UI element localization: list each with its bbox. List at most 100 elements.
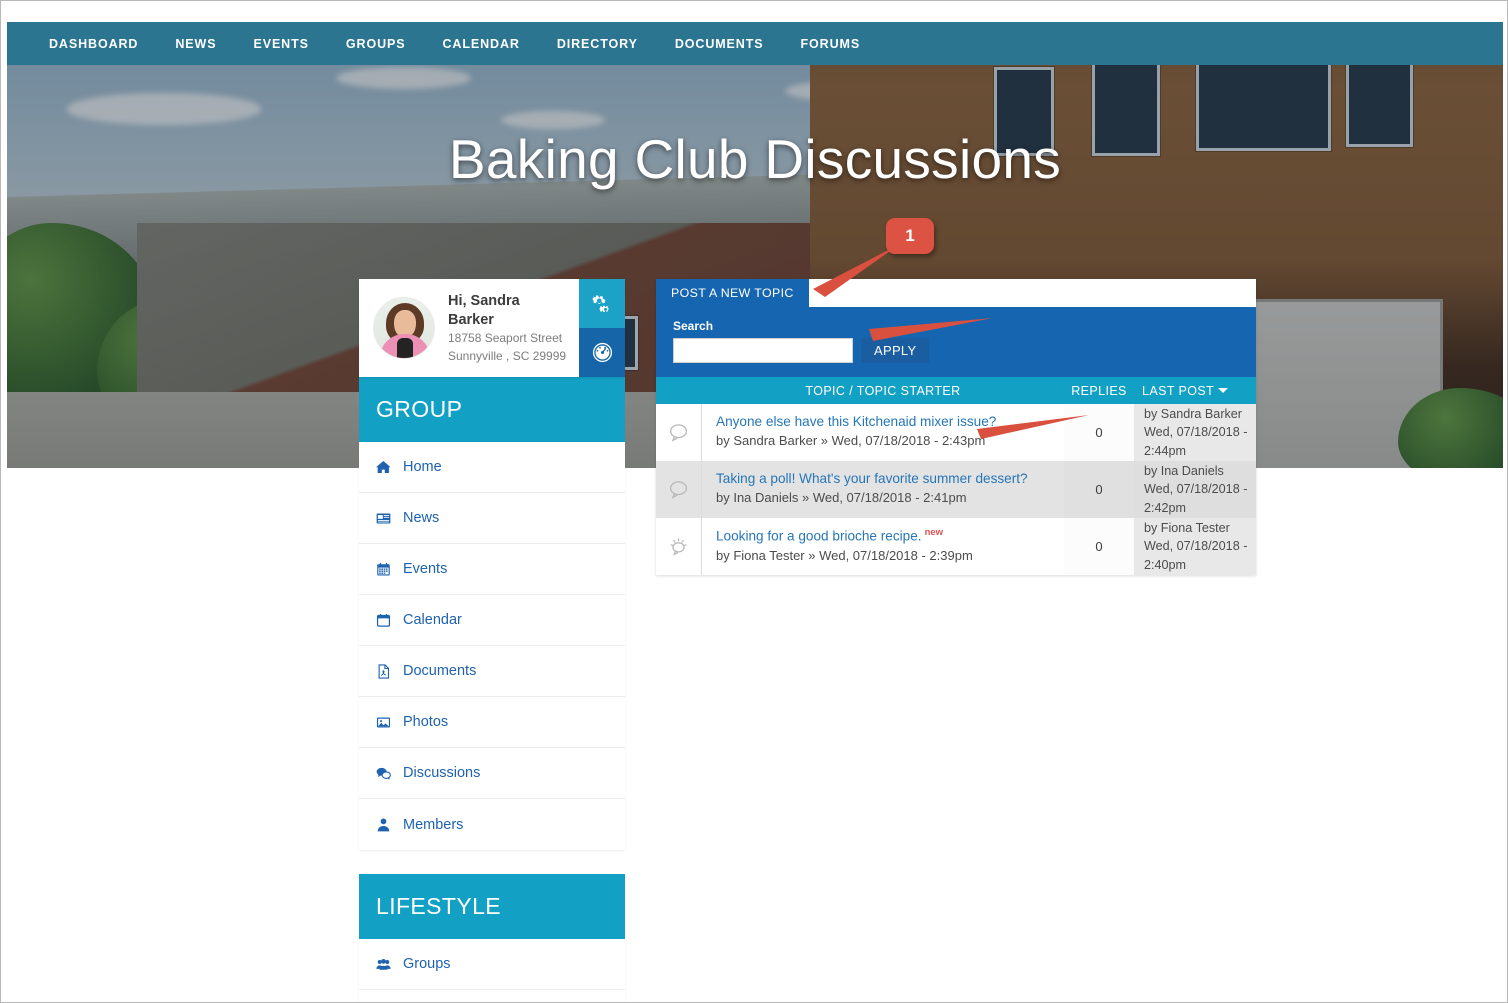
new-badge: new: [924, 527, 944, 538]
nav-item-directory[interactable]: DIRECTORY: [557, 37, 638, 51]
nav-item-news[interactable]: NEWS: [175, 37, 216, 51]
sidebar-item-label: Home: [403, 459, 442, 475]
sidebar-item-discussions[interactable]: Discussions: [359, 748, 625, 799]
nav-item-documents[interactable]: DOCUMENTS: [675, 37, 764, 51]
comment-bubble-hot-icon: [670, 538, 687, 556]
nav-item-calendar[interactable]: CALENDAR: [442, 37, 519, 51]
caret-down-icon: [1218, 388, 1229, 393]
topic-meta: by Ina Daniels » Wed, 07/18/2018 - 2:41p…: [716, 490, 967, 506]
column-header-topic[interactable]: TOPIC / TOPIC STARTER: [702, 384, 1064, 398]
calendar-grid-icon: [377, 562, 390, 575]
column-header-replies[interactable]: REPLIES: [1064, 384, 1134, 398]
last-post-author: by Sandra Barker: [1144, 407, 1243, 422]
nav-item-dashboard[interactable]: DASHBOARD: [49, 37, 138, 51]
nav-item-groups[interactable]: GROUPS: [346, 37, 406, 51]
topic-title-link[interactable]: Anyone else have this Kitchenaid mixer i…: [716, 413, 1052, 431]
column-header-last-post-label: LAST POST: [1142, 383, 1215, 398]
profile-address-line1: 18758 Seaport Street: [448, 331, 563, 346]
topic-status-icon-cell: [656, 404, 702, 461]
topic-title-link[interactable]: Looking for a good brioche recipe. new: [716, 527, 1052, 546]
table-row[interactable]: Looking for a good brioche recipe. new by…: [656, 518, 1256, 575]
group-panel-title: GROUP: [359, 377, 625, 442]
topic-status-icon-cell: [656, 518, 702, 575]
dashboard-button[interactable]: [579, 328, 625, 377]
search-label: Search: [673, 319, 714, 333]
home-icon: [376, 460, 391, 473]
app-window: Baking Club Discussions DASHBOARD NEWS E…: [0, 0, 1508, 1003]
sidebar-item-photos[interactable]: Photos: [359, 697, 625, 748]
sidebar-item-news[interactable]: News: [359, 493, 625, 544]
search-input[interactable]: [673, 338, 853, 363]
sidebar-item-label: Members: [403, 816, 464, 833]
table-row[interactable]: Taking a poll! What's your favorite summ…: [656, 461, 1256, 518]
profile-summary: Hi, Sandra Barker 18758 Seaport Street S…: [359, 279, 579, 377]
comment-bubble-icon: [669, 481, 688, 499]
file-pdf-icon: [378, 663, 390, 679]
sidebar-item-groups[interactable]: Groups: [359, 939, 625, 990]
left-sidebar: Hi, Sandra Barker 18758 Seaport Street S…: [359, 279, 625, 1002]
last-post-cell: by Fiona Tester Wed, 07/18/2018 - 2:40pm: [1134, 518, 1256, 575]
profile-address-line2: Sunnyville , SC 29999: [448, 348, 567, 363]
sidebar-item-label: Photos: [403, 714, 449, 730]
page-title: Baking Club Discussions: [448, 128, 1062, 190]
sidebar-item-documents[interactable]: Documents: [359, 646, 625, 697]
profile-greeting: Hi, Sandra Barker: [448, 293, 520, 328]
last-post-author: by Fiona Tester: [1144, 521, 1230, 536]
settings-button[interactable]: [579, 279, 625, 328]
last-post-author: by Ina Daniels: [1144, 464, 1224, 479]
comments-icon: [376, 767, 391, 780]
user-icon: [377, 818, 390, 832]
column-header-last-post[interactable]: LAST POST: [1134, 384, 1256, 398]
sidebar-item-label: Discussions: [403, 765, 481, 781]
lifestyle-nav-list: Groups Amenities: [359, 939, 625, 1002]
sidebar-item-home[interactable]: Home: [359, 442, 625, 493]
topic-cell: Anyone else have this Kitchenaid mixer i…: [702, 404, 1064, 461]
sidebar-item-members[interactable]: Members: [359, 799, 625, 850]
forum-table-header: TOPIC / TOPIC STARTER REPLIES LAST POST: [656, 377, 1256, 404]
replies-count: 0: [1095, 425, 1103, 440]
sidebar-item-events[interactable]: Events: [359, 544, 625, 595]
replies-count: 0: [1095, 482, 1103, 497]
apply-button[interactable]: APPLY: [861, 338, 930, 363]
nav-item-events[interactable]: EVENTS: [253, 37, 308, 51]
image-icon: [376, 717, 391, 727]
last-post-date: Wed, 07/18/2018 - 2:44pm: [1144, 425, 1248, 458]
last-post-cell: by Ina Daniels Wed, 07/18/2018 - 2:42pm: [1134, 461, 1256, 518]
sidebar-item-label: News: [403, 510, 440, 526]
topic-title-text: Looking for a good brioche recipe.: [716, 528, 922, 544]
post-new-topic-button[interactable]: POST A NEW TOPIC: [656, 279, 809, 307]
table-row[interactable]: Anyone else have this Kitchenaid mixer i…: [656, 404, 1256, 461]
gears-icon: [592, 295, 609, 313]
last-post-date: Wed, 07/18/2018 - 2:42pm: [1144, 482, 1248, 515]
topic-meta: by Sandra Barker » Wed, 07/18/2018 - 2:4…: [716, 433, 986, 449]
calendar-icon: [376, 613, 391, 627]
forum-toolbar: POST A NEW TOPIC: [656, 279, 1256, 307]
last-post-cell: by Sandra Barker Wed, 07/18/2018 - 2:44p…: [1134, 404, 1256, 461]
comment-bubble-icon: [669, 424, 688, 442]
top-navigation: DASHBOARD NEWS EVENTS GROUPS CALENDAR DI…: [7, 22, 1503, 65]
dashboard-gauge-icon: [592, 342, 612, 363]
lifestyle-panel-title: LIFESTYLE: [359, 874, 625, 939]
callout-badge-1: 1: [886, 218, 934, 254]
topic-title-link[interactable]: Taking a poll! What's your favorite summ…: [716, 470, 1052, 488]
newspaper-icon: [376, 513, 391, 523]
group-nav-list: Home News Events Calendar Documents Phot…: [359, 442, 625, 850]
sidebar-item-label: Groups: [403, 956, 451, 972]
topic-cell: Looking for a good brioche recipe. new by…: [702, 518, 1064, 575]
topic-cell: Taking a poll! What's your favorite summ…: [702, 461, 1064, 518]
sidebar-item-label: Calendar: [403, 612, 462, 628]
sidebar-item-label: Documents: [403, 663, 477, 679]
sidebar-item-amenities[interactable]: Amenities: [359, 990, 625, 1002]
topic-meta: by Fiona Tester » Wed, 07/18/2018 - 2:39…: [716, 547, 973, 563]
profile-card: Hi, Sandra Barker 18758 Seaport Street S…: [359, 279, 625, 377]
replies-count: 0: [1095, 539, 1103, 554]
forum-search-area: Search APPLY: [656, 307, 1256, 377]
profile-actions: [579, 279, 625, 377]
nav-item-forums[interactable]: FORUMS: [801, 37, 861, 51]
forum-panel: POST A NEW TOPIC Search APPLY TOPIC / TO…: [656, 279, 1256, 575]
avatar: [373, 297, 435, 359]
sidebar-item-label: Events: [403, 561, 448, 577]
sidebar-item-calendar[interactable]: Calendar: [359, 595, 625, 646]
topic-status-icon-cell: [656, 461, 702, 518]
users-icon: [376, 958, 391, 970]
